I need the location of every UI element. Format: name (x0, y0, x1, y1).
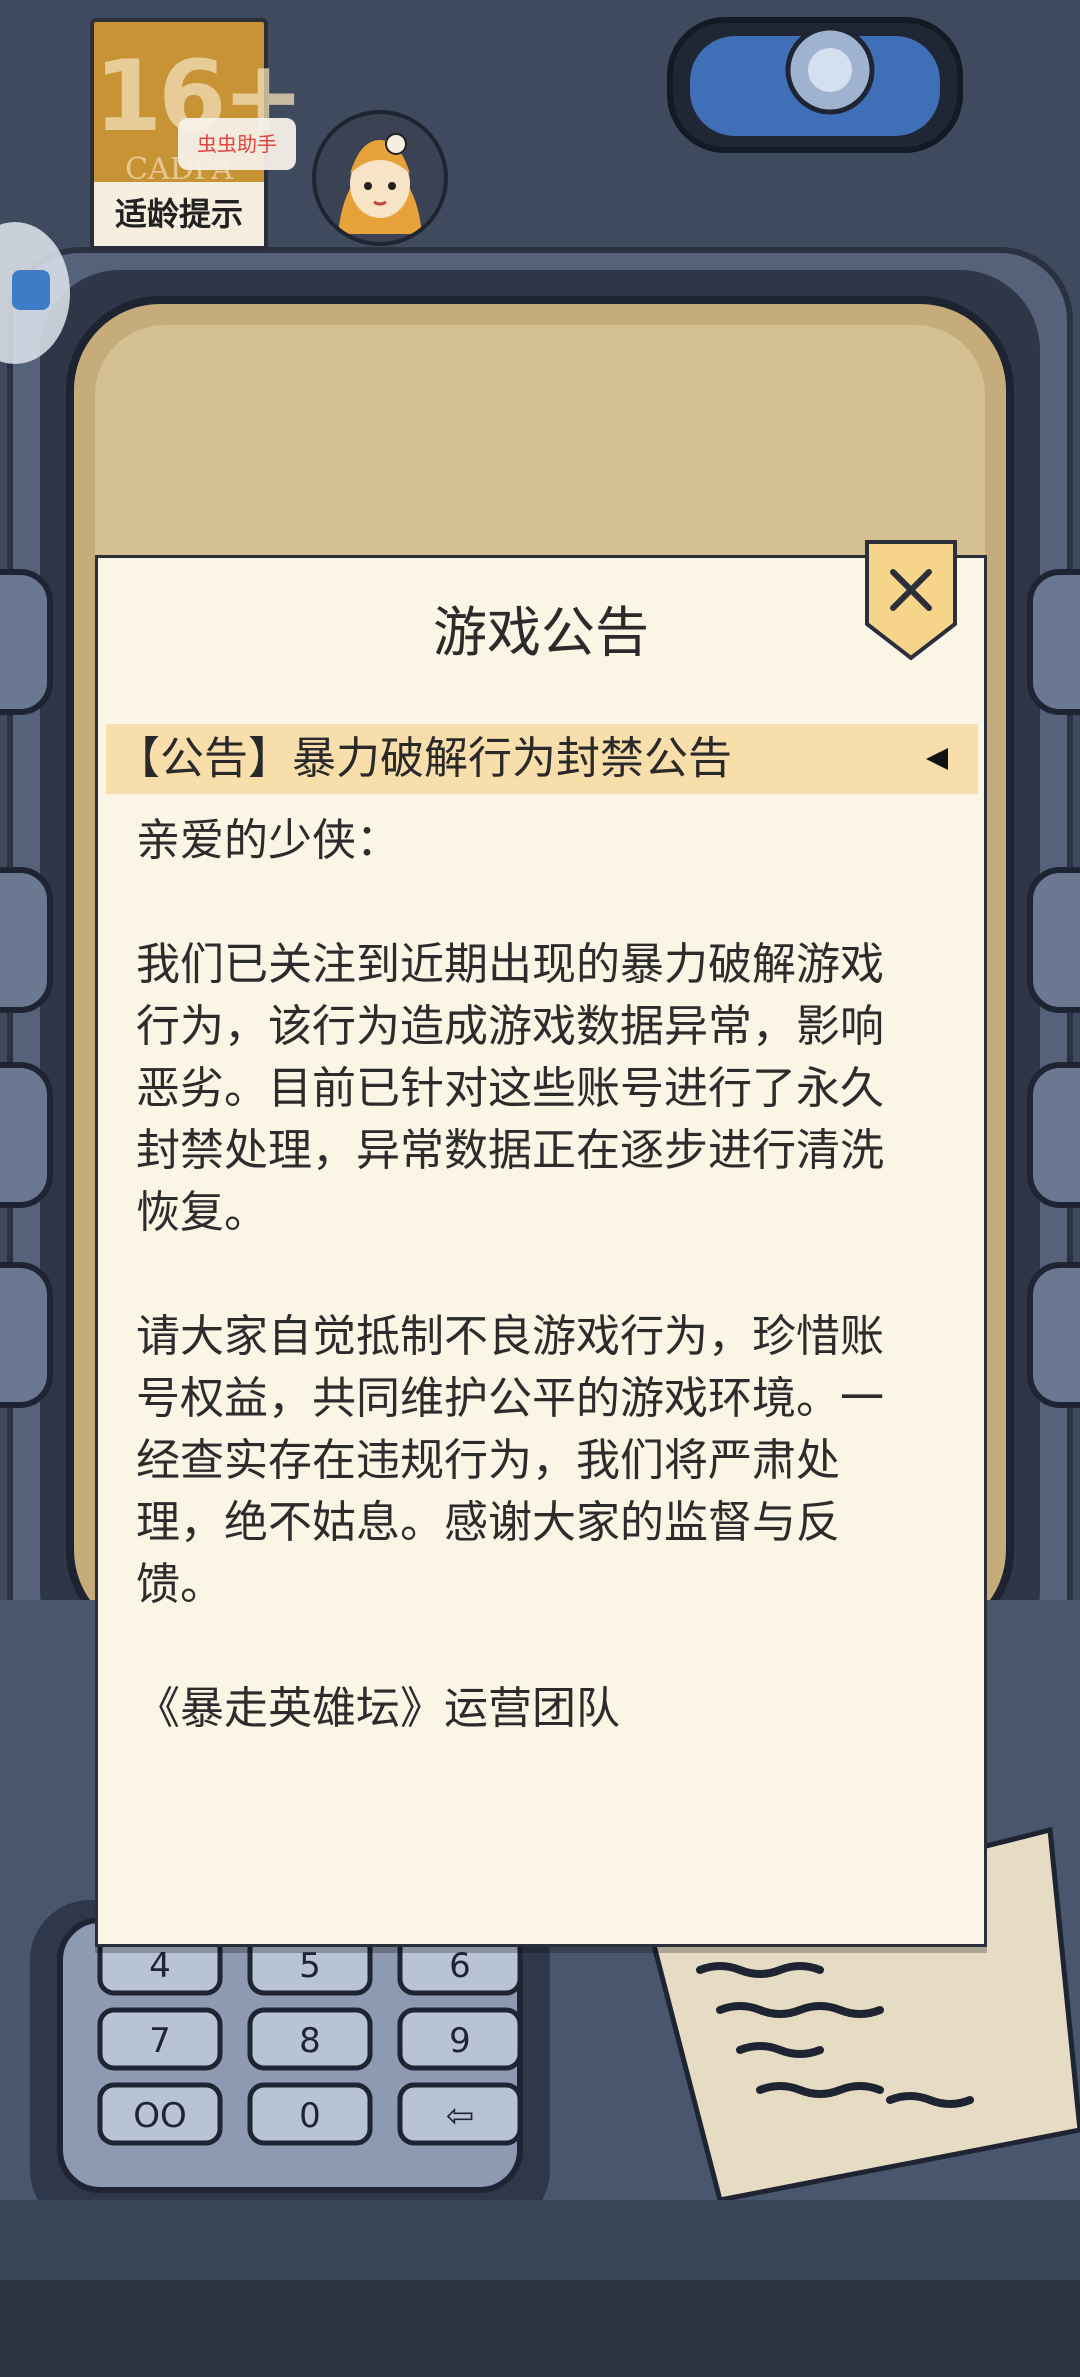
keypad-key-label: 4 (149, 1946, 171, 1986)
keypad-key-label: OO (133, 2096, 187, 2136)
body-line: 恢复。 (136, 1187, 268, 1238)
avatar-icon (316, 114, 444, 242)
keypad-key-label: 7 (149, 2021, 171, 2061)
body-line: 恶劣。目前已针对这些账号进行了永久 (136, 1063, 884, 1114)
app-icon (12, 270, 50, 310)
close-button[interactable] (863, 538, 959, 662)
keypad: 4 5 6 7 8 9 OO 0 ⇦ (97, 1932, 523, 2146)
signature: 《暴走英雄坛》运营团队 (136, 1683, 620, 1734)
close-icon (865, 540, 957, 661)
age-rating-label: 适龄提示 (94, 182, 264, 246)
body-line: 请大家自觉抵制不良游戏行为，珍惜账 (136, 1311, 884, 1362)
greeting: 亲爱的少侠： (136, 815, 400, 866)
paragraph-2: 请大家自觉抵制不良游戏行为，珍惜账 号权益，共同维护公平的游戏环境。一 经查实存… (136, 1306, 956, 1616)
keypad-key-label: 9 (449, 2021, 471, 2061)
keypad-key-label: 5 (299, 1946, 321, 1986)
announcement-dialog: 游戏公告 【公告】暴力破解行为封禁公告 亲爱的少侠： 我们已关注到近期出现的暴力… (95, 540, 987, 1947)
body-line: 行为，该行为造成游戏数据异常，影响 (136, 1001, 884, 1052)
dialog-title: 游戏公告 (433, 601, 649, 664)
keypad-key-label: 6 (449, 1946, 471, 1986)
keypad-key-label: 8 (299, 2021, 321, 2061)
keypad-key-label: ⇦ (446, 2096, 475, 2136)
body-line: 号权益，共同维护公平的游戏环境。一 (136, 1373, 884, 1424)
body-line: 馈。 (136, 1559, 224, 1610)
paragraph-1: 我们已关注到近期出现的暴力破解游戏 行为，该行为造成游戏数据异常，影响 恶劣。目… (136, 934, 956, 1244)
notice-list-item[interactable]: 【公告】暴力破解行为封禁公告 (106, 724, 978, 794)
notice-item-title: 【公告】暴力破解行为封禁公告 (116, 733, 732, 784)
customer-service-avatar[interactable] (312, 110, 448, 246)
body-line: 经查实存在违规行为，我们将严肃处 (136, 1435, 840, 1486)
body-line: 理，绝不姑息。感谢大家的监督与反 (136, 1497, 840, 1548)
keypad-key-label: 0 (299, 2096, 321, 2136)
announcement-body: 亲爱的少侠： 我们已关注到近期出现的暴力破解游戏 行为，该行为造成游戏数据异常，… (136, 810, 956, 1740)
body-line: 封禁处理，异常数据正在逐步进行清洗 (136, 1125, 884, 1176)
body-line: 我们已关注到近期出现的暴力破解游戏 (136, 939, 884, 990)
collapse-arrow-icon[interactable] (926, 748, 948, 770)
helper-tag[interactable]: 虫虫助手 (178, 118, 296, 170)
